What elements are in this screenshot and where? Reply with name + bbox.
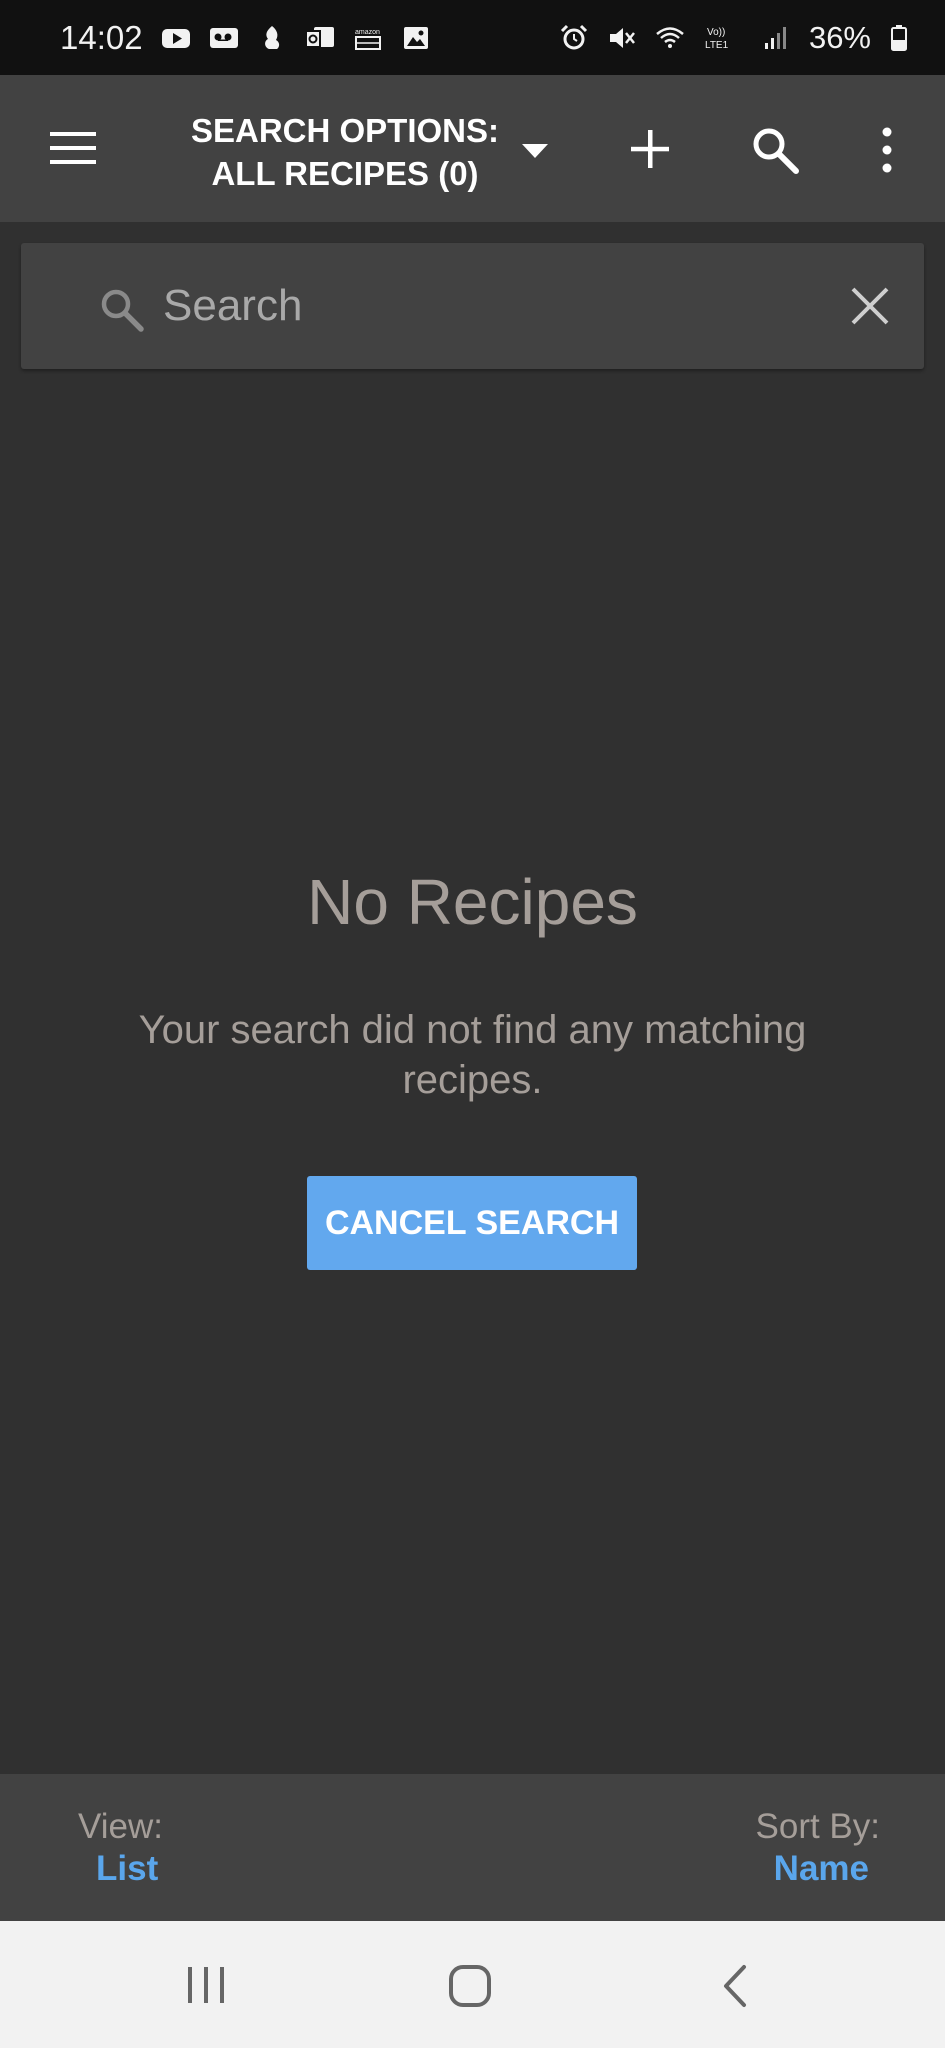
dropdown-arrow-icon[interactable] (518, 140, 552, 162)
wifi-icon (656, 26, 684, 48)
home-icon[interactable] (447, 1963, 493, 2009)
add-icon[interactable] (628, 127, 672, 171)
voicemail-icon (209, 27, 238, 48)
sort-label: Sort By: (755, 1807, 880, 1846)
menu-icon[interactable] (48, 128, 98, 168)
status-left: 14:02 amazon (60, 19, 431, 57)
svg-text:Vo)): Vo)) (707, 27, 725, 38)
empty-state-message: Your search did not find any matching re… (138, 1008, 807, 1102)
signal-icon (764, 26, 786, 49)
sort-selector[interactable]: Sort By: Name (710, 1806, 880, 1890)
svg-text:LTE1: LTE1 (705, 40, 729, 51)
view-label: View: (78, 1807, 163, 1846)
battery-percentage: 36% (808, 19, 871, 55)
empty-state-title: No Recipes (307, 866, 638, 938)
search-bar (21, 243, 924, 369)
view-value[interactable]: List (78, 1848, 228, 1890)
bottom-bar: View: List Sort By: Name (0, 1774, 945, 1921)
svg-text:amazon: amazon (355, 29, 380, 36)
sort-value[interactable]: Name (710, 1848, 880, 1890)
close-icon[interactable] (847, 283, 893, 329)
more-vert-icon[interactable] (870, 125, 904, 175)
battery-icon (891, 24, 907, 51)
gallery-icon (403, 26, 428, 49)
search-icon[interactable] (750, 125, 800, 175)
status-bar: 14:02 amazon Vo)) LTE1 36% (0, 0, 945, 75)
alarm-icon (560, 24, 588, 49)
title-line-2: ALL RECIPES (0) (211, 155, 479, 192)
youtube-icon (161, 28, 190, 48)
status-right: Vo)) LTE1 36% (559, 20, 909, 56)
title-line-1: SEARCH OPTIONS: (190, 112, 500, 149)
back-icon[interactable] (720, 1963, 750, 2009)
cancel-search-button[interactable]: CANCEL SEARCH (307, 1176, 637, 1270)
search-input[interactable] (163, 267, 813, 345)
status-time: 14:02 (60, 18, 143, 56)
app-icon (264, 25, 279, 49)
mute-icon (609, 27, 635, 48)
outlook-icon (304, 26, 334, 48)
volte-icon: Vo)) LTE1 (705, 27, 729, 51)
view-selector[interactable]: View: List (78, 1806, 228, 1890)
app-bar: SEARCH OPTIONS: ALL RECIPES (0) (0, 75, 945, 222)
search-field-icon (101, 289, 144, 332)
navigation-bar (0, 1921, 945, 2048)
amazon-icon: amazon (354, 29, 381, 50)
screen: 14:02 amazon Vo)) LTE1 36% SEARCH OPTION… (0, 0, 945, 2048)
search-options-title[interactable]: SEARCH OPTIONS: ALL RECIPES (0) (170, 109, 520, 195)
recent-apps-icon[interactable] (182, 1965, 230, 2005)
